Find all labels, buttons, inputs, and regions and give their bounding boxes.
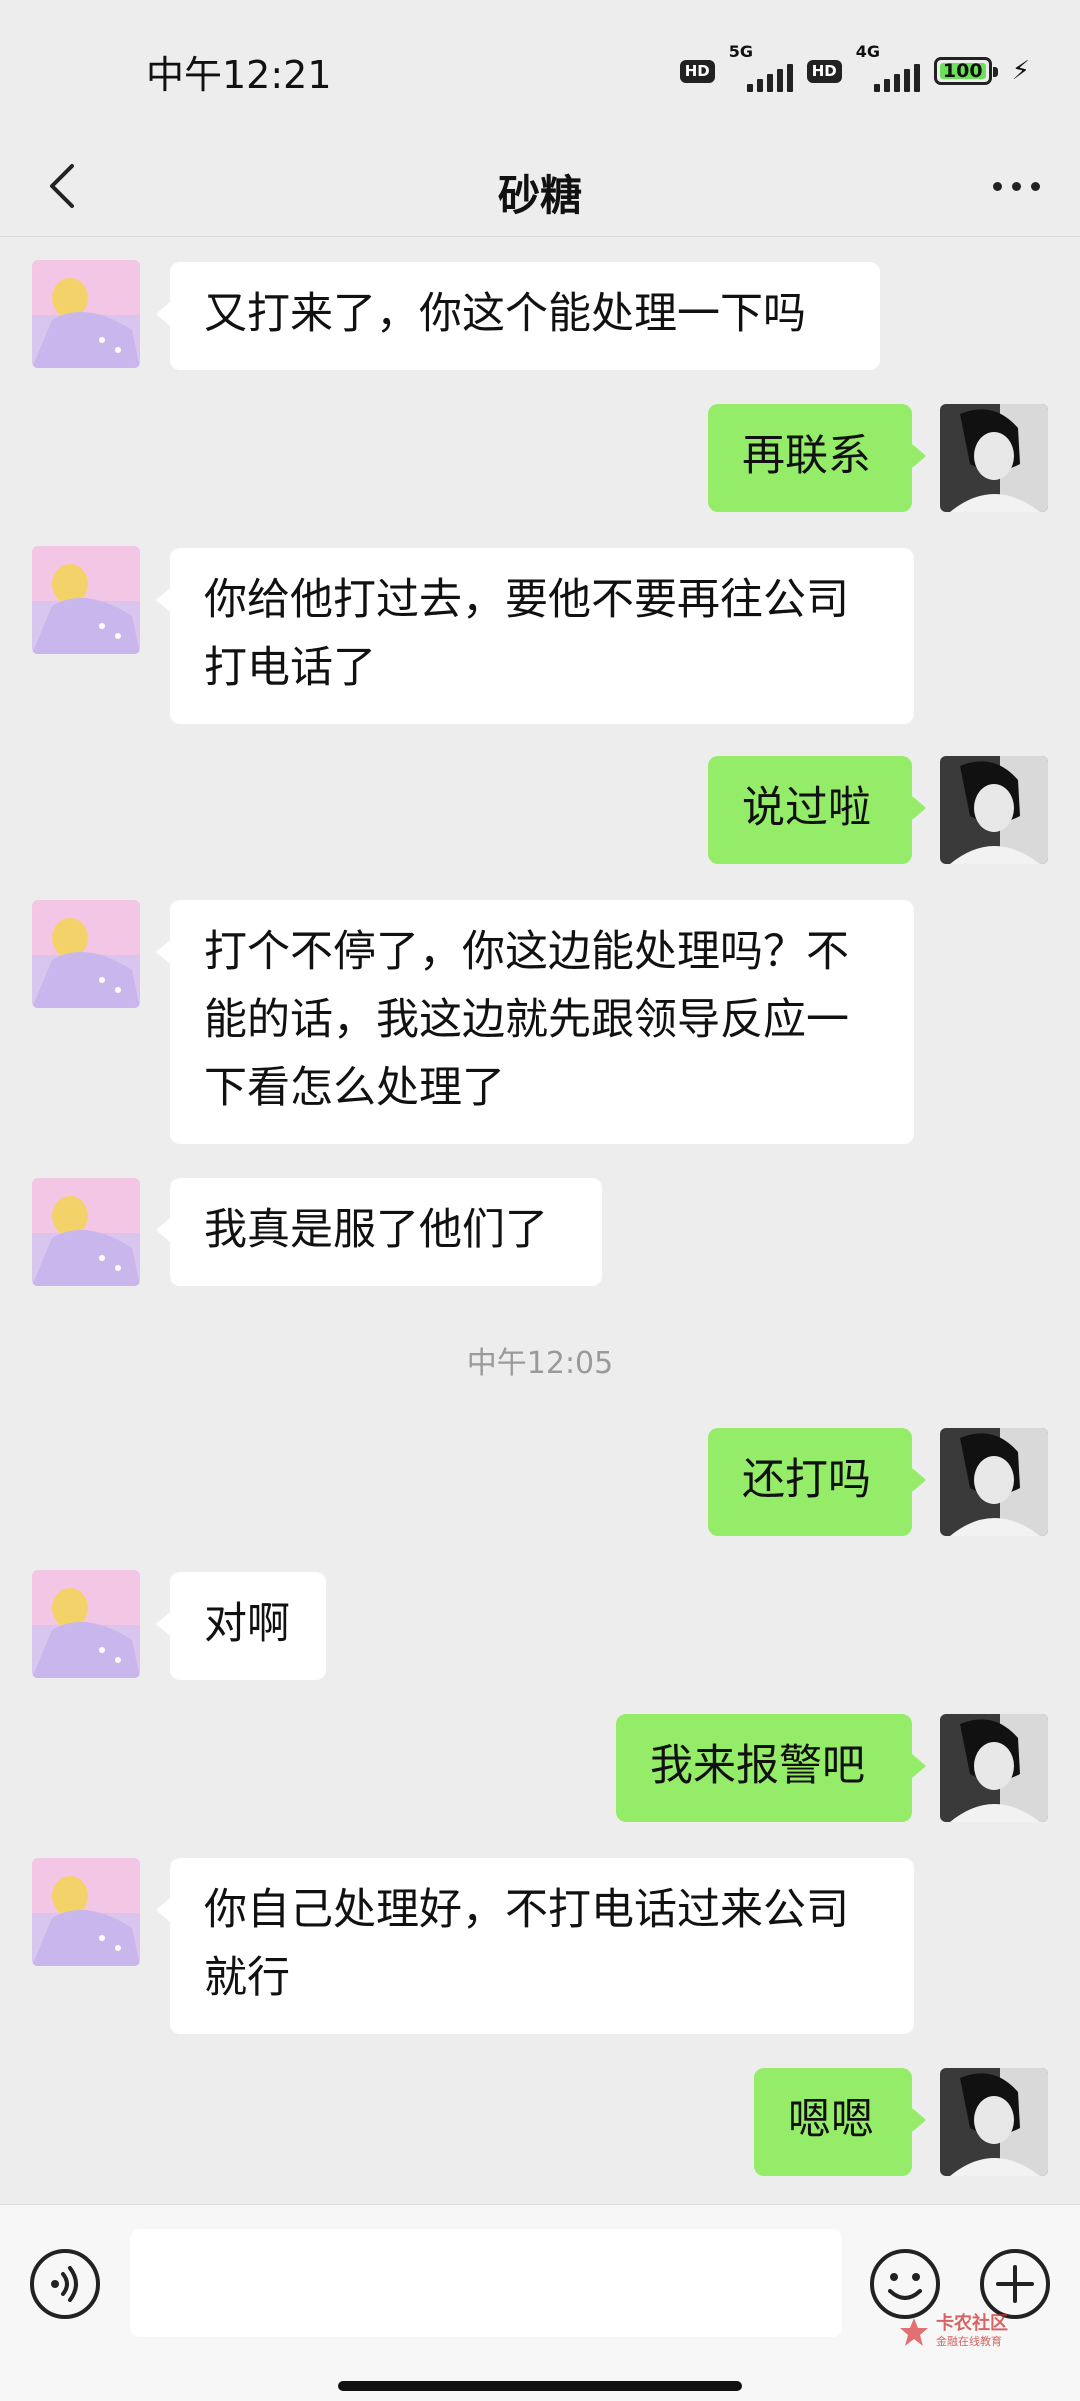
network-label-5g: 5G [728, 42, 753, 61]
my-avatar[interactable] [940, 404, 1048, 512]
input-bar: 卡农社区 金融在线教育 [0, 2204, 1080, 2401]
contact-avatar[interactable] [32, 1858, 140, 1966]
hd-badge: HD [679, 59, 715, 83]
contact-avatar[interactable] [32, 1178, 140, 1286]
message-bubble-sent[interactable]: 嗯嗯 [754, 2068, 926, 2176]
my-avatar[interactable] [940, 1428, 1048, 1536]
contact-avatar[interactable] [32, 900, 140, 1008]
chat-title: 砂糖 [497, 171, 582, 220]
emoji-button[interactable] [868, 2247, 942, 2321]
signal-5g: 5G [729, 42, 793, 92]
status-bar: 中午12:21 HD 5G HD 4G 100 ⚡ [0, 0, 1080, 140]
message-bubble-sent[interactable]: 我来报警吧 [616, 1714, 926, 1822]
hd-badge-2: HD [806, 59, 842, 83]
watermark: 卡农社区 金融在线教育 [898, 2315, 1008, 2349]
message-bubble-received[interactable]: 对啊 [156, 1572, 326, 1680]
status-icons: HD 5G HD 4G 100 ⚡ [679, 42, 1030, 92]
voice-button[interactable] [28, 2247, 102, 2321]
message-bubble-received[interactable]: 打个不停了，你这边能处理吗？不能的话，我这边就先跟领导反应一下看怎么处理了 [156, 900, 914, 1144]
my-avatar[interactable] [940, 1714, 1048, 1822]
message-bubble-received[interactable]: 又打来了，你这个能处理一下吗 [156, 262, 880, 370]
signal-bars-icon [746, 64, 793, 92]
signal-bars-icon [873, 64, 920, 92]
home-indicator[interactable] [338, 2381, 742, 2391]
more-actions-button[interactable] [978, 2247, 1052, 2321]
voice-icon [30, 2249, 100, 2319]
my-avatar[interactable] [940, 756, 1048, 864]
status-time: 中午12:21 [146, 53, 332, 97]
message-bubble-received[interactable]: 你给他打过去，要他不要再往公司打电话了 [156, 548, 914, 724]
signal-4g: 4G [856, 42, 920, 92]
watermark-title: 卡农社区 [936, 2313, 1008, 2334]
battery-icon: 100 [933, 57, 998, 85]
more-horizontal-icon [992, 181, 1002, 191]
watermark-logo-icon [900, 2318, 928, 2346]
emoji-icon [870, 2249, 940, 2319]
message-bubble-sent[interactable]: 说过啦 [708, 756, 926, 864]
plus-circle-icon [980, 2249, 1050, 2319]
contact-avatar[interactable] [32, 260, 140, 368]
chat-header: 砂糖 [0, 140, 1080, 237]
charging-icon: ⚡ [1011, 56, 1030, 86]
message-bubble-received[interactable]: 你自己处理好，不打电话过来公司就行 [156, 1858, 914, 2034]
message-input[interactable] [130, 2229, 842, 2337]
network-label-4g: 4G [855, 42, 880, 61]
message-bubble-sent[interactable]: 还打吗 [708, 1428, 926, 1536]
message-timestamp: 中午12:05 [466, 1346, 614, 1381]
more-button[interactable] [976, 154, 1056, 218]
my-avatar[interactable] [940, 2068, 1048, 2176]
message-bubble-received[interactable]: 我真是服了他们了 [156, 1178, 602, 1286]
watermark-subtitle: 金融在线教育 [936, 2335, 1002, 2348]
contact-avatar[interactable] [32, 546, 140, 654]
contact-avatar[interactable] [32, 1570, 140, 1678]
message-bubble-sent[interactable]: 再联系 [708, 404, 926, 512]
battery-level: 100 [942, 60, 983, 82]
